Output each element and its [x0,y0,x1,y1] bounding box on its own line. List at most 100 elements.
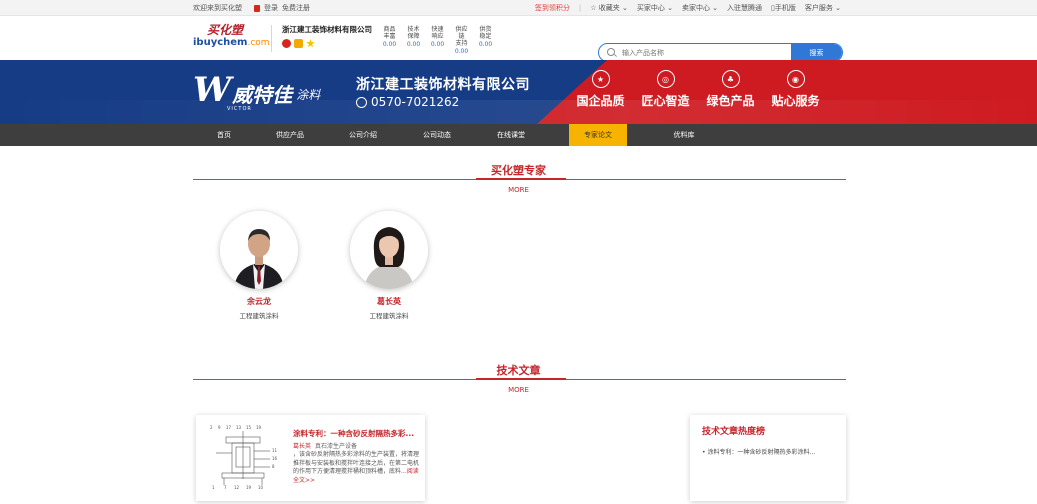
svg-text:2: 2 [210,425,213,430]
brand-logo-text: 威特佳 [232,83,293,107]
stat-label: 保障 [407,33,420,40]
logo-cn: 买化塑 [207,23,244,37]
feature-label: 国企品质 [576,94,625,108]
stat-value: 0.00 [478,41,493,48]
join-link[interactable]: 入驻慧腾通 [727,3,762,13]
service-menu[interactable]: 客户服务 ⌄ [805,3,841,13]
chevron-down-icon: ⌄ [664,4,673,12]
hot-article-item[interactable]: • 涂料专利：一种含砂反射隔热多彩涂料... [702,447,815,456]
mobile-link[interactable]: ▯手机版 [771,3,796,13]
stat-item: 快速 响应 0.00 [429,26,446,55]
svg-text:9: 9 [218,425,221,430]
buyer-center-menu[interactable]: 买家中心 ⌄ [637,3,673,13]
avatar [350,211,428,289]
nav-products[interactable]: 供应产品 [261,124,319,146]
phone-number: 0570-7021262 [371,95,460,109]
header-divider [271,25,272,52]
svg-text:16: 16 [272,456,278,461]
expert-photo [220,211,298,289]
article-author[interactable]: 葛长英 [293,443,311,450]
expert-title: 工程建筑涂料 [369,312,409,320]
nav-about[interactable]: 公司介绍 [334,124,392,146]
mobile-label: 手机版 [774,4,796,12]
chevron-down-icon: ⌄ [709,4,719,12]
svg-text:19: 19 [256,425,262,430]
banner-stripe [0,100,1037,124]
seller-center-menu[interactable]: 卖家中心 ⌄ [682,3,718,13]
experts-section-title: 买化塑专家 [491,164,546,177]
sign-in-link[interactable]: 签到领积分 [535,3,570,13]
nav-material-library[interactable]: 优料库 [655,124,713,146]
search-button[interactable]: 搜索 [791,44,842,61]
divider: | [578,4,582,12]
top-bar-left: 欢迎来到买化塑 登录 免费注册 [193,3,310,13]
top-bar-right: 签到领积分 | ☆ 收藏夹 ⌄ 买家中心 ⌄ 卖家中心 ⌄ 入驻慧腾通 ▯手机版… [535,3,841,13]
banner-phone: 0570-7021262 [356,95,459,109]
nav-home[interactable]: 首页 [195,124,253,146]
store-banner: W 威特佳 涂料 VICTOR 浙江建工装饰材料有限公司 0570-702126… [0,60,1037,124]
stat-label: 快速 [431,26,444,33]
globe-icon: ◎ [656,70,675,88]
stat-value: 0.00 [454,48,469,55]
chevron-down-icon: ⌄ [619,4,628,12]
company-stats: 商品 丰富 0.00 技术 保障 0.00 快速 响应 0.00 供应链 支持 0.00 供货稳… [381,26,494,55]
expert-title: 工程建筑涂料 [239,312,279,320]
logo-en-main: ibuychem [193,37,248,48]
chevron-down-icon: ⌄ [832,4,841,12]
brand-logo-tail: 涂料 [296,88,321,102]
leaf-icon: ♣ [721,70,740,88]
user-icon [254,4,260,12]
welcome-text: 欢迎来到买化塑 [193,4,242,12]
stat-value: 0.00 [406,41,421,48]
article-title[interactable]: 涂料专利：一种含砂反射隔热多彩... [293,428,414,439]
feature-label: 贴心服务 [771,94,820,108]
register-link[interactable]: 免费注册 [282,3,310,13]
svg-text:15: 15 [246,425,252,430]
nav-expert-papers[interactable]: 专家论文 [569,124,627,146]
feature-green: ♣ 绿色产品 [698,70,763,109]
buyer-center-label: 买家中心 [636,4,665,12]
svg-text:19: 19 [246,485,252,490]
feature-service: ◉ 贴心服务 [763,70,828,109]
svg-text:7: 7 [224,485,227,490]
stat-label: 供应链 [455,26,468,40]
articles-more-link[interactable]: MORE [0,386,1037,394]
main-nav: 首页 供应产品 公司介绍 公司动态 在线课堂 专家论文 优料库 [0,124,1037,146]
stat-item: 供货 稳定 0.00 [477,26,494,55]
feature-craft: ◎ 匠心智造 [633,70,698,109]
feature-label: 匠心智造 [641,94,690,108]
nav-classroom[interactable]: 在线课堂 [482,124,540,146]
site-logo[interactable]: 买化塑 ibuychem.com [193,23,270,49]
header: 买化塑 ibuychem.com 浙江建工装饰材料有限公司 商品 丰富 0.00 技… [0,16,1037,62]
stat-item: 供应链 支持 0.00 [453,26,470,55]
svg-text:12: 12 [234,485,240,490]
search-input[interactable] [599,44,791,61]
expert-name: 葛长英 [377,297,401,306]
svg-text:1: 1 [212,485,215,490]
expert-card[interactable]: 余云龙 工程建筑涂料 [220,211,298,320]
expert-card[interactable]: 葛长英 工程建筑涂料 [350,211,428,320]
expert-photo [350,211,428,289]
stat-label: 支持 [455,40,468,47]
favorites-menu[interactable]: ☆ 收藏夹 ⌄ [590,3,628,13]
expert-name: 余云龙 [247,297,271,306]
company-badges [282,39,372,48]
stat-label: 技术 [407,26,420,33]
logo-en: ibuychem.com [193,37,270,49]
article-diagram: 2 9 17 13 15 19 11168 1 7 12 19 10 [210,425,278,490]
phone-icon [356,96,367,108]
experts-more-link[interactable]: MORE [0,186,1037,194]
favorites-label: 收藏夹 [598,4,620,12]
stat-value: 0.00 [382,41,397,48]
articles-section-accent [476,378,566,380]
login-link[interactable]: 登录 [264,3,278,13]
company-name: 浙江建工装饰材料有限公司 [282,25,372,34]
feature-quality: ★ 国企品质 [568,70,633,109]
svg-text:10: 10 [258,485,264,490]
nav-news[interactable]: 公司动态 [408,124,466,146]
star-icon: ☆ [590,4,599,12]
article-card[interactable]: 2 9 17 13 15 19 11 16 8 1 7 12 19 10 涂料专利：一种含砂反射隔热多… [196,415,425,501]
stat-label: 稳定 [479,33,492,40]
company-info: 浙江建工装饰材料有限公司 [282,24,372,48]
stat-label: 丰富 [383,33,396,40]
